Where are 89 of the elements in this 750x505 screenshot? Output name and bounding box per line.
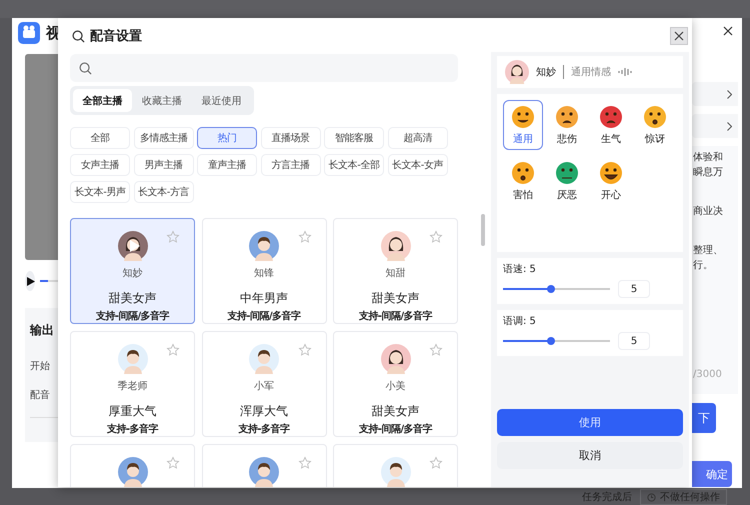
option-row[interactable] <box>692 82 738 106</box>
filter-chip[interactable]: 童声主播 <box>197 154 257 176</box>
emotion-option[interactable]: 通用 <box>503 100 543 150</box>
voice-title: 甜美女声 <box>372 290 420 307</box>
emotion-label: 通用情感 <box>571 66 611 79</box>
close-button[interactable] <box>670 27 688 45</box>
confirm-button[interactable]: 确定 <box>692 461 732 487</box>
voice-tags: 支持-间隔/多音字 <box>227 309 301 323</box>
filter-chip[interactable]: 智能客服 <box>324 127 384 149</box>
star-icon[interactable] <box>166 456 180 470</box>
slider-label: 语速: 5 <box>503 262 537 276</box>
star-icon[interactable] <box>429 456 443 470</box>
filter-chip[interactable]: 男声主播 <box>134 154 194 176</box>
text-line: 瞬息万 <box>693 166 724 180</box>
voice-name: 知锋 <box>254 267 274 280</box>
search-field[interactable] <box>70 54 458 82</box>
voice-card[interactable]: 知甜 甜美女声 支持-间隔/多音字 <box>333 218 458 324</box>
use-button[interactable]: 使用 <box>497 409 683 436</box>
dialog-title: 配音设置 <box>90 28 143 45</box>
star-icon[interactable] <box>298 230 312 244</box>
search-icon <box>72 30 85 42</box>
voice-card[interactable]: 小军 浑厚大气 支持-多音字 <box>202 331 326 437</box>
voice-title: 浑厚大气 <box>240 403 288 420</box>
voice-tags: 支持-多音字 <box>106 422 158 436</box>
filter-chip[interactable]: 热门 <box>197 127 257 149</box>
star-icon[interactable] <box>429 230 443 244</box>
setting-label: 配音 <box>30 388 51 402</box>
voice-name: 知妙 <box>536 66 556 79</box>
filter-chip[interactable]: 长文本-女声 <box>388 154 448 176</box>
chevron-icon <box>727 90 732 98</box>
filter-chip[interactable]: 多情感主播 <box>134 127 194 149</box>
value-field[interactable]: 5 <box>618 280 650 298</box>
filter-chip[interactable]: 直播场景 <box>260 127 320 149</box>
filter-chip[interactable]: 女声主播 <box>70 154 130 176</box>
scrollbar-thumb[interactable] <box>481 214 485 246</box>
voice-name: 知甜 <box>386 266 406 280</box>
star-icon[interactable] <box>166 343 180 357</box>
voice-card[interactable]: 知妙 甜美女声 支持-间隔/多音字 <box>70 218 195 324</box>
text-line: 体验和 <box>693 150 724 165</box>
value-field[interactable]: 5 <box>618 332 650 350</box>
option-row[interactable] <box>692 114 738 138</box>
voice-name: 小军 <box>254 380 274 393</box>
app-logo-icon <box>18 22 40 44</box>
voice-title: 中年男声 <box>240 290 288 307</box>
filter-chip[interactable]: 方言主播 <box>260 154 320 176</box>
avatar-icon <box>505 60 529 84</box>
tab[interactable]: 收藏主播 <box>132 89 192 112</box>
play-icon <box>27 276 35 286</box>
voice-title: 厚重大气 <box>108 403 156 420</box>
tab[interactable]: 全部主播 <box>73 89 132 112</box>
voice-title: 甜美女声 <box>372 403 420 420</box>
voice-tags: 支持-间隔/多音字 <box>358 309 432 323</box>
voice-card[interactable]: 知锋 中年男声 支持-间隔/多音字 <box>202 218 326 324</box>
section-title: 输出 <box>30 322 55 339</box>
star-icon[interactable] <box>429 343 443 357</box>
slider-label: 语调: 5 <box>503 315 537 328</box>
voice-name: 季老师 <box>118 380 148 393</box>
voice-tags: 支持-间隔/多音字 <box>96 309 170 323</box>
chevron-icon <box>727 122 732 130</box>
search-icon <box>79 62 92 74</box>
voice-name: 小美 <box>386 380 406 393</box>
filter-chip[interactable]: 全部 <box>70 127 130 149</box>
action-button[interactable]: 下 <box>692 403 716 433</box>
play-button[interactable] <box>25 271 35 291</box>
filter-chip[interactable]: 长文本-全部 <box>324 154 384 176</box>
setting-label: 开始 <box>30 360 51 373</box>
play-icon[interactable] <box>127 239 141 253</box>
character-counter: /3000 <box>693 369 723 380</box>
voice-tags: 支持-多音字 <box>238 422 290 436</box>
voice-card[interactable]: 季老师 厚重大气 支持-多音字 <box>70 331 195 437</box>
voice-tags: 支持-间隔/多音字 <box>358 422 432 436</box>
tab[interactable]: 最近使用 <box>192 89 251 112</box>
text-line: 商业决 <box>693 204 724 219</box>
close-icon[interactable] <box>723 26 733 36</box>
voice-name: 知妙 <box>122 267 142 280</box>
text-line: 行。 <box>693 259 714 273</box>
clock-icon <box>647 492 656 502</box>
close-icon <box>674 31 684 41</box>
filter-chip[interactable]: 长文本-方言 <box>134 181 194 203</box>
waveform-icon <box>618 67 634 77</box>
star-icon[interactable] <box>298 343 312 357</box>
star-icon[interactable] <box>166 230 180 244</box>
filter-chip[interactable]: 超高清 <box>388 127 448 149</box>
cancel-button[interactable]: 取消 <box>497 442 683 469</box>
text-line: 整理、 <box>693 244 724 258</box>
filter-chip[interactable]: 长文本-男声 <box>70 181 130 203</box>
voice-card[interactable]: 小美 甜美女声 支持-间隔/多音字 <box>333 331 458 437</box>
star-icon[interactable] <box>298 456 312 470</box>
voice-title: 甜美女声 <box>108 290 156 307</box>
